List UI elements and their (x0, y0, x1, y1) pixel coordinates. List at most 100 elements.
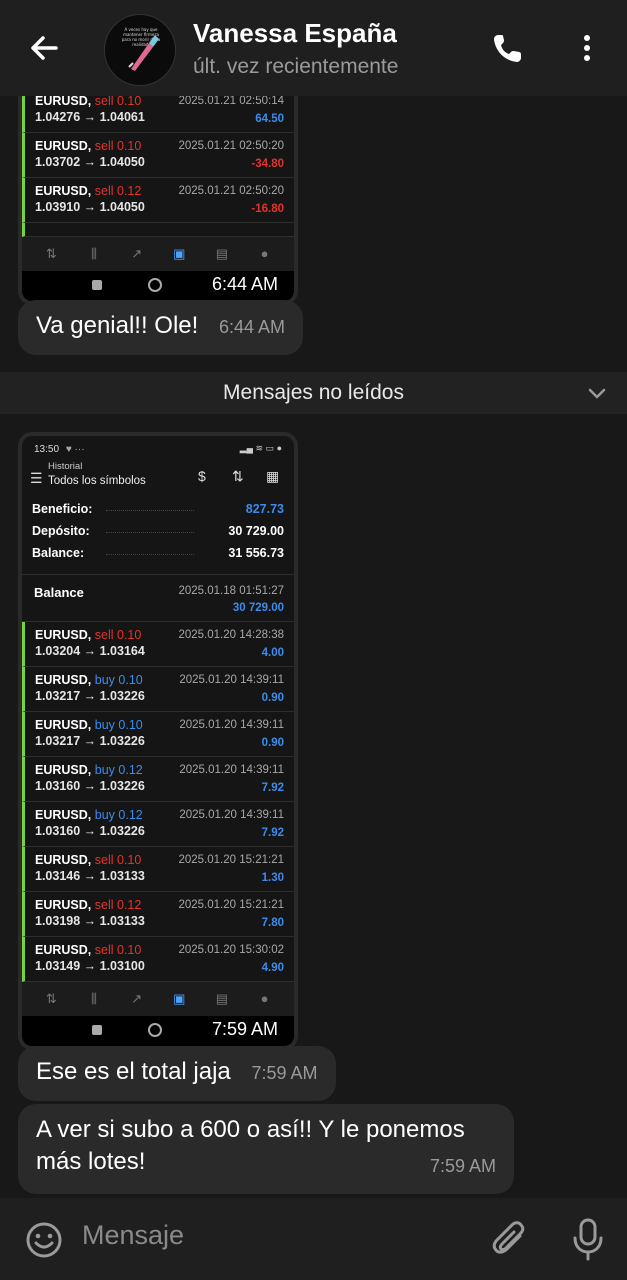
trade-date: 2025.01.20 15:21:21 (178, 854, 284, 866)
deposito-value: 30 729.00 (228, 524, 284, 538)
trade-row: EURUSD, buy 0.12 1.03160 → 1.03226 2025.01… (22, 802, 294, 847)
trade-row: EURUSD, sell 0.12 1.03198 → 1.03133 2025.0… (22, 892, 294, 937)
message-list[interactable]: EURUSD, sell 0.10 1.04276 → 1.04061 2025.0… (0, 96, 627, 1198)
chat-icon: ● (260, 991, 269, 1006)
trade-row: EURUSD, sell 0.10 1.03204 → 1.03164 2025.0… (22, 622, 294, 667)
trade-symbol: EURUSD, (35, 853, 92, 867)
battery-signal-icon: ▂▄ ≋ ▭ ● (239, 443, 282, 453)
trade-row: EURUSD, buy 0.12 1.03160 → 1.03226 2025.01… (22, 757, 294, 802)
trade-side: sell (94, 898, 114, 912)
trade-date: 2025.01.21 02:50:20 (178, 140, 284, 152)
chart-candles-icon: ⫼ (90, 246, 97, 261)
news-icon: ▤ (215, 246, 229, 261)
trade-side: sell (94, 943, 114, 957)
deposito-label: Depósito: (32, 524, 90, 538)
image-message[interactable]: 13:50 ♥ ··· ▂▄ ≋ ▭ ● ☰ Historial Todos l… (18, 432, 298, 1050)
trade-side: buy (94, 763, 115, 777)
trade-row: EURUSD, sell 0.10 1.04276 → 1.04061 2025.0… (22, 96, 294, 133)
paperclip-icon[interactable] (490, 1218, 530, 1262)
trade-prices: 1.03198 → 1.03133 (35, 914, 145, 928)
image-message[interactable]: EURUSD, sell 0.10 1.04276 → 1.04061 2025.0… (18, 96, 298, 305)
trade-symbol: EURUSD, (35, 763, 92, 777)
trade-lot: 0.10 (118, 673, 143, 687)
phone-status-bar: 13:50 ♥ ··· ▂▄ ≋ ▭ ● (34, 443, 282, 455)
message-time: 6:44 AM (211, 274, 278, 294)
trade-prices: 1.04276 → 1.04061 (35, 110, 145, 124)
trade-row: EURUSD, sell 0.10 1.03149 → 1.03100 2025.0… (22, 937, 294, 982)
message-body: Ese es el total jaja (36, 1058, 231, 1085)
recents-icon (92, 1025, 102, 1035)
trade-lot: 0.10 (117, 943, 142, 957)
text-message[interactable]: A ver si subo a 600 o así!! Y le ponemos… (18, 1104, 514, 1194)
trade-date: 2025.01.20 15:21:21 (178, 899, 284, 911)
sort-icon: ⇅ (232, 468, 244, 484)
balance-entry: Balance 2025.01.18 01:51:27 30 729.00 (22, 574, 294, 622)
trade-icon: ↗ (131, 246, 143, 261)
trade-row: EURUSD, sell 0.12 1.03910 → 1.04050 2025.0… (22, 178, 294, 223)
home-icon (148, 278, 162, 292)
more-vertical-icon[interactable] (572, 30, 602, 66)
avatar[interactable]: A veces hay que mantener firmeza para no… (104, 14, 176, 86)
message-input[interactable]: Mensaje (82, 1220, 432, 1251)
deposito-row: Depósito: 30 729.00 (32, 524, 284, 546)
trade-symbol: EURUSD, (35, 96, 92, 108)
trade-symbol: EURUSD, (35, 673, 92, 687)
trade-date: 2025.01.20 14:28:38 (178, 629, 284, 641)
microphone-icon[interactable] (568, 1216, 608, 1262)
balance-value: 31 556.73 (228, 546, 284, 560)
trade-side: buy (94, 673, 115, 687)
trade-profit: 7.80 (261, 917, 284, 929)
trade-date: 2025.01.20 14:39:11 (179, 809, 284, 821)
trade-profit: 4.00 (261, 647, 284, 659)
message-time: 7:59 AM (429, 1156, 496, 1176)
trade-prices: 1.03146 → 1.03133 (35, 869, 145, 883)
trade-row: EURUSD, sell 0.10 1.03702 → 1.04050 2025.0… (22, 133, 294, 178)
trade-symbol: EURUSD, (35, 139, 92, 153)
history-icon: ▣ (173, 246, 186, 261)
app-nav-bar: ⇅ ⫼ ↗ ▣ ▤ ● (22, 237, 294, 271)
text-message[interactable]: Va genial!! Ole! 6:44 AM (18, 300, 304, 355)
trade-symbol: EURUSD, (35, 808, 92, 822)
trade-lot: 0.12 (117, 898, 142, 912)
trade-list: EURUSD, sell 0.10 1.03204 → 1.03164 2025.0… (22, 622, 294, 982)
history-icon: ▣ (173, 991, 186, 1006)
trade-icon: ↗ (131, 991, 143, 1006)
account-summary: Beneficio: 827.73 Depósito: 30 729.00 Ba… (22, 494, 294, 574)
trade-lot: 0.10 (117, 139, 142, 153)
composer-bar: Mensaje (0, 1198, 627, 1280)
back-arrow-icon[interactable] (24, 28, 64, 68)
trade-prices: 1.03217 → 1.03226 (35, 689, 145, 703)
beneficio-row: Beneficio: 827.73 (32, 502, 284, 524)
trade-prices: 1.03910 → 1.04050 (35, 200, 145, 214)
trade-lot: 0.12 (118, 808, 143, 822)
quotes-icon: ⇅ (45, 246, 57, 261)
trade-symbol: EURUSD, (35, 718, 92, 732)
emoji-icon[interactable] (24, 1220, 64, 1260)
text-message[interactable]: Ese es el total jaja 7:59 AM (18, 1046, 336, 1101)
quotes-icon: ⇅ (45, 991, 57, 1006)
trade-profit: 0.90 (261, 692, 284, 704)
chevron-down-icon[interactable] (587, 383, 607, 403)
trade-profit: 7.92 (261, 782, 284, 794)
balance-entry-label: Balance (34, 585, 84, 600)
trade-side: buy (94, 718, 115, 732)
trade-prices: 1.03160 → 1.03226 (35, 779, 145, 793)
trade-profit: -16.80 (251, 203, 284, 215)
chart-candles-icon: ⫼ (90, 991, 97, 1006)
trade-row-partial (22, 223, 294, 237)
unread-divider: Mensajes no leídos (0, 372, 627, 414)
trade-profit: -34.80 (251, 158, 284, 170)
balance-entry-amount: 30 729.00 (232, 602, 284, 614)
trade-side: sell (94, 184, 114, 198)
trade-lot: 0.12 (118, 763, 143, 777)
contact-name[interactable]: Vanessa España (193, 18, 397, 49)
trade-list: EURUSD, sell 0.10 1.04276 → 1.04061 2025.0… (22, 96, 294, 223)
trade-profit: 64.50 (255, 113, 284, 125)
trade-lot: 0.12 (117, 184, 142, 198)
beneficio-value: 827.73 (245, 502, 284, 516)
trade-symbol: EURUSD, (35, 184, 92, 198)
message-time: 7:59 AM (211, 1019, 278, 1039)
phone-icon[interactable] (490, 30, 526, 66)
trade-date: 2025.01.20 14:39:11 (179, 674, 284, 686)
symbols-filter: Todos los símbolos (48, 475, 146, 487)
